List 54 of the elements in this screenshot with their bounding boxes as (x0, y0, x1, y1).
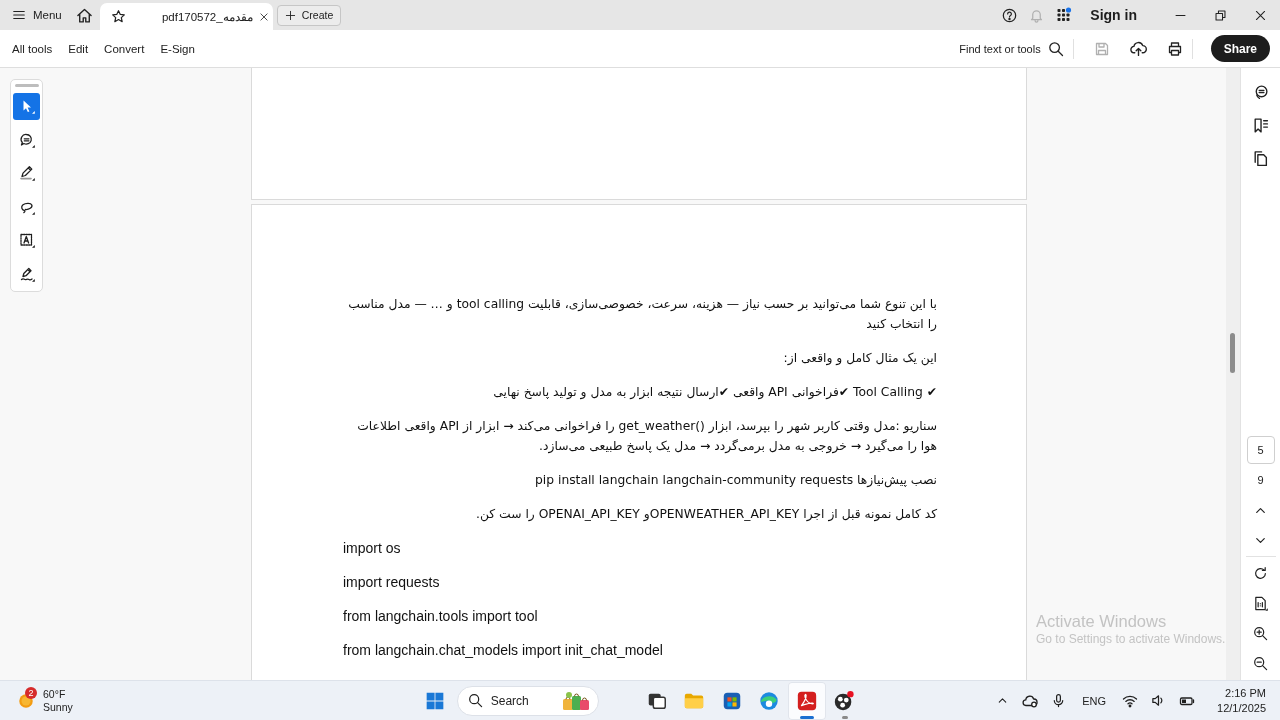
page-number-field[interactable]: 5 (1246, 436, 1275, 464)
edit-menu[interactable]: Edit (68, 40, 89, 57)
search-icon (467, 693, 483, 708)
scroll-thumb[interactable] (1230, 333, 1235, 373)
text-box-icon (18, 232, 35, 249)
restore-icon[interactable] (1213, 8, 1227, 22)
create-button[interactable]: Create (276, 4, 342, 26)
sign-in-button[interactable]: Sign in (1090, 7, 1137, 23)
notification-badge: 2 (25, 686, 37, 699)
comment-icon (18, 131, 35, 148)
page-count: 9 (1257, 474, 1264, 486)
temperature: 60°F (43, 687, 67, 701)
search-icon (1047, 40, 1064, 57)
star-icon[interactable] (110, 9, 126, 24)
panel-grip[interactable] (14, 84, 39, 87)
close-icon[interactable] (258, 11, 269, 22)
paragraph: این یک مثال کامل و واقعی از: (782, 350, 937, 368)
swirl-app-icon (758, 689, 781, 712)
code-line: from langchain.tools import tool (343, 607, 539, 626)
share-button[interactable]: Share (1210, 35, 1270, 62)
clock-date[interactable]: 12/1/2025 (1217, 700, 1266, 716)
rotate-icon[interactable] (1253, 565, 1268, 581)
language-indicator[interactable]: ENG (1082, 694, 1107, 707)
close-icon[interactable] (1253, 8, 1267, 22)
zoom-out-icon[interactable] (1253, 655, 1268, 671)
bookmark-list-icon[interactable] (1252, 117, 1269, 134)
search-field[interactable]: Search (456, 685, 599, 716)
cloud-upload-icon[interactable] (1129, 40, 1147, 57)
pages-icon[interactable] (1252, 150, 1269, 167)
fit-page-icon[interactable] (1253, 595, 1268, 611)
print-icon[interactable] (1166, 40, 1183, 57)
code-line: import os (343, 539, 402, 558)
clock-time[interactable]: 2:16 PM (1225, 685, 1266, 701)
menu-icon (12, 8, 26, 22)
pen-icon (18, 165, 35, 182)
tile-app-icon (795, 689, 818, 712)
document-tab[interactable]: pdf170572_مقدمه (99, 3, 273, 30)
apps-grid-icon[interactable] (1056, 7, 1073, 23)
e-sign-menu[interactable]: E-Sign (160, 40, 195, 57)
code-line: from langchain.chat_models import init_chat_model (343, 641, 664, 660)
circles-app-icon (833, 689, 856, 712)
code-line: import requests (343, 573, 441, 592)
signature-pen-icon (18, 266, 35, 283)
start-icon[interactable] (424, 690, 445, 711)
convert-menu[interactable]: Convert (104, 40, 145, 57)
find-button[interactable]: Find text or tools (959, 40, 1064, 57)
all-tools-menu[interactable]: All tools (12, 40, 53, 57)
menu-button[interactable]: Menu (0, 0, 62, 30)
scrollbar[interactable] (1226, 68, 1240, 680)
home-icon[interactable] (75, 6, 93, 24)
plus-icon (284, 9, 296, 21)
zoom-in-icon[interactable] (1253, 625, 1268, 641)
help-icon[interactable] (1002, 7, 1018, 23)
weather-condition: Sunny (43, 700, 73, 714)
